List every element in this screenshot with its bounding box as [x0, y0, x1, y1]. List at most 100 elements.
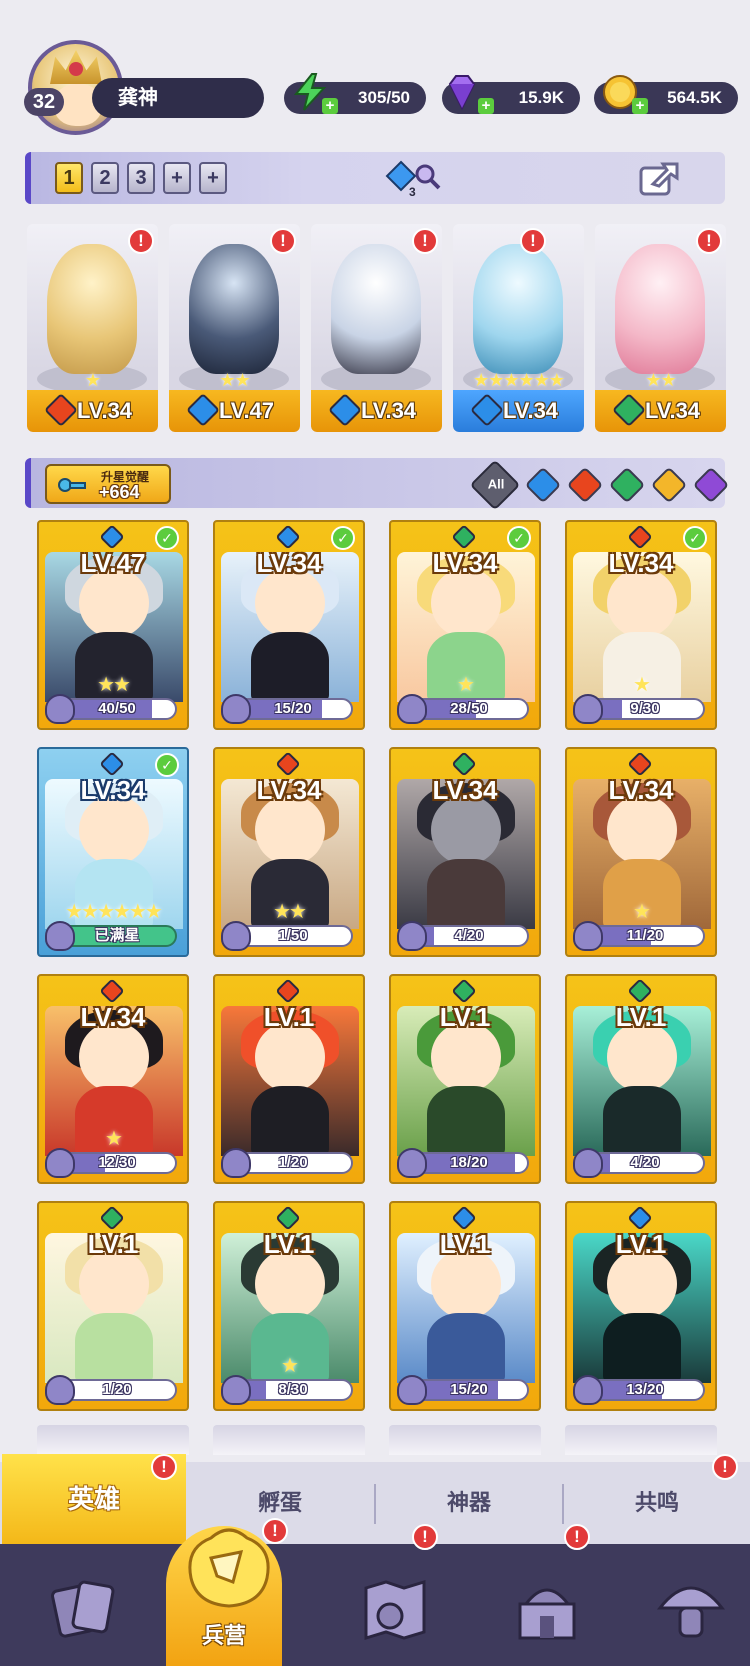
- alert-icon: !: [151, 1454, 177, 1480]
- hero-stars: ★★★★★★: [473, 370, 565, 390]
- hero-level: LV.1: [615, 1002, 667, 1032]
- hero-level: LV.1: [615, 1229, 667, 1259]
- water-element-icon: [99, 751, 125, 777]
- fire-element-icon: [99, 978, 125, 1004]
- water-element-icon: [186, 393, 220, 427]
- hero-card[interactable]: LV.1 1/20: [213, 974, 365, 1184]
- wind-element-icon: [612, 393, 646, 427]
- crown-gem: [69, 62, 83, 76]
- filter-wind-icon[interactable]: [608, 466, 646, 504]
- player-level-badge: 32: [24, 88, 64, 116]
- hero-level: LV.34: [77, 398, 133, 423]
- hero-card[interactable]: LV.34 ★ 11/20: [565, 747, 717, 957]
- shard-progress-bar: 9/30: [585, 698, 705, 720]
- add-gems-button[interactable]: +: [478, 98, 494, 114]
- fire-element-icon: [627, 524, 653, 550]
- tab-artifacts[interactable]: 神器: [376, 1462, 562, 1544]
- hero-level: LV.1: [263, 1002, 315, 1032]
- filter-dark-icon[interactable]: [692, 466, 730, 504]
- hero-card[interactable]: LV.1 4/20: [565, 974, 717, 1184]
- search-icon[interactable]: [413, 162, 443, 192]
- check-icon: ✓: [331, 526, 355, 550]
- hero-level: LV.1: [87, 1229, 139, 1259]
- team-bar-accent: [25, 152, 31, 204]
- hero-card[interactable]: ✓ LV.34 ★ 9/30: [565, 520, 717, 730]
- shard-icon: [573, 1375, 603, 1405]
- hero-card[interactable]: LV.1 18/20: [389, 974, 541, 1184]
- hero-card[interactable]: LV.1 ★ 8/30: [213, 1201, 365, 1411]
- filter-all-label: All: [487, 476, 505, 492]
- hero-card[interactable]: ✓ LV.34 ★ 28/50: [389, 520, 541, 730]
- hero-card[interactable]: LV.1 15/20: [389, 1201, 541, 1411]
- hero-level: LV.1: [439, 1229, 491, 1259]
- water-element-icon: [627, 1205, 653, 1231]
- shard-progress-bar: 11/20: [585, 925, 705, 947]
- filter-all-button[interactable]: All: [469, 459, 521, 511]
- filter-fire-icon[interactable]: [566, 466, 604, 504]
- fire-element-icon: [627, 751, 653, 777]
- lineup-hero-2[interactable]: ★★ LV.47 !: [169, 224, 300, 432]
- filter-bar-accent: [25, 458, 31, 508]
- awaken-value: +664: [99, 482, 140, 502]
- wind-element-icon: [275, 1205, 301, 1231]
- add-gold-button[interactable]: +: [632, 98, 648, 114]
- shard-icon: [397, 921, 427, 951]
- check-icon: ✓: [683, 526, 707, 550]
- hero-body: [251, 632, 329, 702]
- hero-body: [603, 1313, 681, 1383]
- shard-progress-text: 1/20: [102, 1381, 132, 1398]
- hero-card[interactable]: ✓ LV.34 15/20: [213, 520, 365, 730]
- hero-card[interactable]: LV.1 13/20: [565, 1201, 717, 1411]
- nav-barracks[interactable]: 兵营: [166, 1526, 282, 1666]
- star-awaken-button[interactable]: 升星觉醒 +664: [45, 464, 171, 504]
- share-icon[interactable]: [637, 158, 681, 198]
- nav-mushroom[interactable]: [616, 1544, 750, 1666]
- filter-light-icon[interactable]: [650, 466, 688, 504]
- top-bar: 龚神 32 305/50 + 15.9K + 564.5K +: [0, 0, 750, 140]
- hero-card[interactable]: ✓ LV.34 ★★★★★★ 已满星: [37, 747, 189, 957]
- hero-level: LV.34: [645, 398, 701, 423]
- nav-castle[interactable]: [472, 1544, 622, 1666]
- shard-progress-bar: 12/30: [57, 1152, 177, 1174]
- hero-level: LV.34: [80, 775, 146, 805]
- alert-icon: !: [564, 1524, 590, 1550]
- diamond-icon: [448, 75, 476, 111]
- hero-portrait: [331, 244, 421, 374]
- team-tab-add-1[interactable]: +: [163, 162, 191, 194]
- hero-card[interactable]: LV.34 ★★ 1/50: [213, 747, 365, 957]
- hero-card-partial: [389, 1425, 541, 1455]
- hero-card[interactable]: LV.34 4/20: [389, 747, 541, 957]
- alert-icon: !: [696, 228, 722, 254]
- mushroom-icon: [656, 1586, 726, 1638]
- alert-icon: !: [412, 228, 438, 254]
- hero-card[interactable]: LV.34 ★ 12/30: [37, 974, 189, 1184]
- lineup-hero-3[interactable]: LV.34 !: [311, 224, 442, 432]
- shard-icon: [221, 1375, 251, 1405]
- shard-progress-bar: 1/50: [233, 925, 353, 947]
- lineup-hero-4[interactable]: ★★★★★★ LV.34 !: [453, 224, 584, 432]
- nav-map[interactable]: [320, 1544, 470, 1666]
- hero-card[interactable]: ✓ LV.47 ★★ 40/50: [37, 520, 189, 730]
- water-element-icon: [328, 393, 362, 427]
- check-icon: ✓: [155, 526, 179, 550]
- hero-body: [427, 1313, 505, 1383]
- hero-level: LV.34: [503, 398, 559, 423]
- add-energy-button[interactable]: +: [322, 98, 338, 114]
- hero-card[interactable]: LV.1 1/20: [37, 1201, 189, 1411]
- nav-cards[interactable]: [10, 1544, 160, 1666]
- alert-icon: !: [262, 1518, 288, 1544]
- shard-progress-text: 40/50: [98, 700, 136, 717]
- team-tab-add-2[interactable]: +: [199, 162, 227, 194]
- lineup-hero-1[interactable]: ★ LV.34 !: [27, 224, 158, 432]
- hero-card-partial: [565, 1425, 717, 1455]
- filter-water-icon[interactable]: [524, 466, 562, 504]
- lineup-hero-5[interactable]: ★★ LV.34 !: [595, 224, 726, 432]
- shard-progress-text: 11/20: [626, 927, 664, 944]
- shard-progress-bar: 13/20: [585, 1379, 705, 1401]
- team-tab-3[interactable]: 3: [127, 162, 155, 194]
- water-element-icon: [470, 393, 504, 427]
- shard-icon: [221, 921, 251, 951]
- shard-progress-text: 1/20: [278, 1154, 308, 1171]
- team-tab-1[interactable]: 1: [55, 162, 83, 194]
- team-tab-2[interactable]: 2: [91, 162, 119, 194]
